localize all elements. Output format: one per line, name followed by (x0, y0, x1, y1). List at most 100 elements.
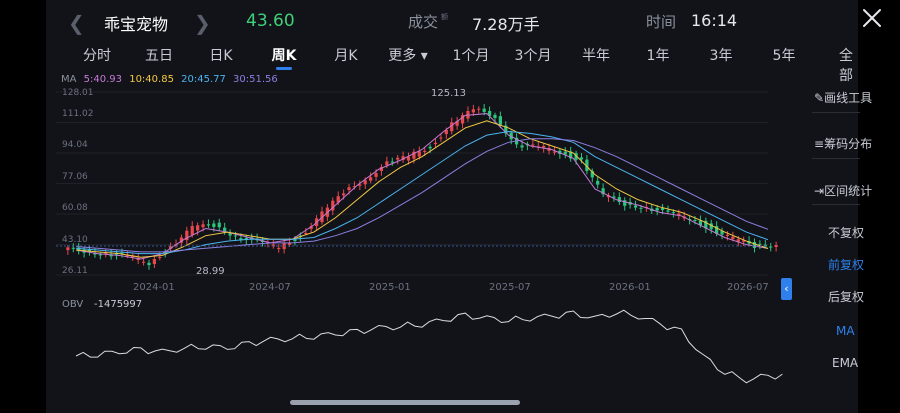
tab-fenshi[interactable]: 分时 (83, 45, 111, 65)
ma10-line (75, 120, 769, 258)
stock-name: 乖宝宠物 (104, 15, 169, 34)
obv-line (75, 309, 783, 384)
obv-label: OBV (62, 299, 84, 310)
volume-label-sup: 额 (441, 13, 448, 21)
candle-body (385, 161, 389, 166)
date-axis-label: 2024-01 (133, 282, 175, 293)
draw-tool-button[interactable]: ✎画线工具 (814, 89, 872, 106)
chevron-right-icon[interactable]: ❯ (194, 11, 211, 35)
chip-distribution-label: 筹码分布 (824, 137, 873, 151)
tab-wuri[interactable]: 五日 (145, 45, 173, 65)
candle-body (596, 180, 600, 185)
pre-adjust-button[interactable]: 前复权 (828, 256, 864, 273)
tab-1-month[interactable]: 1个月 (453, 45, 490, 65)
close-icon[interactable] (862, 8, 882, 32)
candle-body (347, 187, 351, 190)
candle-body (552, 151, 557, 153)
pencil-icon: ✎ (814, 91, 825, 105)
price-axis-label: 77.06 (62, 172, 88, 182)
candle-body (396, 157, 400, 160)
active-tab-indicator (276, 67, 292, 70)
candle-body (206, 224, 211, 226)
candle-body (423, 150, 427, 152)
candle-body (277, 247, 281, 249)
chevron-left-icon[interactable]: ❮ (68, 11, 85, 35)
left-screen-edge (0, 0, 46, 413)
candle-body (493, 114, 497, 119)
ma-toggle-button[interactable]: MA (836, 324, 855, 338)
kline-chart[interactable] (46, 80, 806, 390)
tab-3-months[interactable]: 3个月 (515, 45, 552, 65)
candle-body (433, 142, 438, 145)
draw-tool-label: 画线工具 (824, 91, 873, 105)
ema-toggle-button[interactable]: EMA (832, 356, 858, 370)
candle-body (774, 244, 778, 248)
tab-1-year[interactable]: 1年 (647, 45, 670, 65)
candle-body (439, 137, 443, 139)
candle-body (66, 247, 70, 251)
chart-grid (56, 91, 768, 276)
candle-body (293, 239, 297, 242)
sidebar-divider (812, 204, 860, 205)
candle-body (758, 243, 762, 245)
candle-body (201, 224, 205, 228)
price-axis-label: 94.04 (62, 140, 88, 150)
candle-body (369, 177, 373, 181)
price-axis-label: 128.01 (62, 88, 94, 98)
candle-body (769, 246, 773, 248)
post-adjust-button[interactable]: 后复权 (828, 288, 864, 305)
candle-body (579, 157, 584, 160)
date-axis-label: 2026-01 (609, 282, 651, 293)
tab-5-years[interactable]: 5年 (773, 45, 796, 65)
list-icon: ≡ (814, 137, 825, 151)
candle-body (633, 205, 638, 208)
candle-body (725, 234, 730, 236)
candle-body (731, 236, 735, 240)
candle-body (477, 108, 481, 110)
candle-body (141, 261, 146, 263)
price-axis-label: 43.10 (62, 235, 88, 245)
ma30-line (75, 138, 769, 253)
candle-body (196, 225, 200, 231)
candle-body (98, 254, 102, 256)
range-icon: ⇥ (814, 184, 825, 198)
candle-body (158, 256, 162, 258)
tab-half-year[interactable]: 半年 (582, 45, 610, 65)
volume-value: 7.28万手 (472, 15, 540, 34)
chip-distribution-button[interactable]: ≡筹码分布 (814, 135, 872, 152)
chevron-left-icon: ‹ (784, 282, 789, 295)
candle-body (304, 232, 308, 234)
obv-polyline (75, 309, 783, 384)
candle-body (752, 242, 757, 248)
candle-body (520, 145, 524, 148)
candle-body (212, 223, 216, 227)
period-tabs: 分时 五日 日K 周K 月K 更多 ▾ 1个月 3个月 半年 1年 3年 5年 … (46, 40, 858, 84)
candle-body (417, 151, 421, 157)
candle-body (639, 207, 643, 209)
price-axis-label: 111.02 (62, 109, 94, 119)
candle-body (374, 173, 378, 177)
candle-body (498, 116, 503, 125)
tab-all[interactable]: 全部 (839, 45, 853, 85)
tab-zhouk[interactable]: 周K (272, 45, 297, 65)
home-indicator (290, 400, 520, 405)
price-axis-label: 60.08 (62, 203, 88, 213)
tab-rik[interactable]: 日K (209, 45, 232, 65)
candle-body (217, 222, 221, 228)
price-axis-label: 26.11 (62, 266, 88, 276)
range-stats-label: 区间统计 (824, 184, 873, 198)
ma5-line (75, 113, 769, 260)
candle-body (693, 219, 697, 221)
no-adjust-button[interactable]: 不复权 (828, 224, 864, 241)
volume-label: 成交 (408, 13, 439, 31)
tab-more[interactable]: 更多 ▾ (388, 45, 427, 65)
tab-3-years[interactable]: 3年 (710, 45, 733, 65)
range-stats-button[interactable]: ⇥区间统计 (814, 182, 872, 199)
stock-chart-screen: ❮ 乖宝宠物 ❯ 43.60 成交 额 7.28万手 时间 16:14 分时 五… (46, 0, 881, 413)
collapse-panel-button[interactable]: ‹ (781, 278, 792, 300)
candle-body (617, 197, 621, 203)
low-point-label: 28.99 (196, 266, 225, 277)
time-value: 16:14 (691, 11, 738, 30)
time-label: 时间 (646, 13, 677, 31)
tab-yuek[interactable]: 月K (334, 45, 357, 65)
